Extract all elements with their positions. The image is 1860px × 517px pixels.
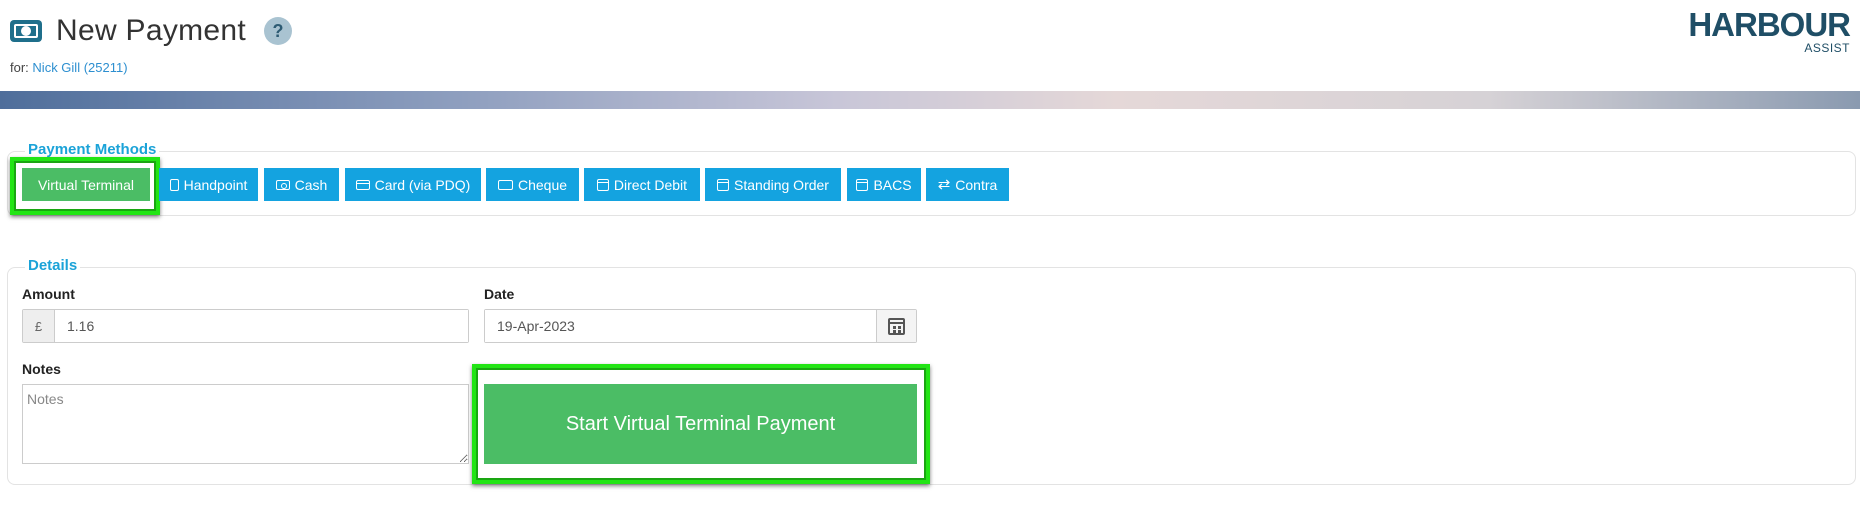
date-picker-button[interactable] <box>876 310 916 342</box>
amount-label: Amount <box>22 286 75 302</box>
money-icon <box>10 20 42 42</box>
page-header: New Payment ? for: Nick Gill (25211) HAR… <box>0 0 1860 90</box>
bacs-button[interactable]: BACS <box>847 168 921 201</box>
currency-addon: £ <box>23 310 55 342</box>
for-label: for: <box>10 60 29 75</box>
handpoint-label: Handpoint <box>183 176 248 193</box>
notes-label: Notes <box>22 361 61 377</box>
page-title: New Payment <box>56 14 247 47</box>
date-input-group <box>484 309 917 343</box>
logo-main-text: HARBOUR <box>1688 6 1851 43</box>
virtual-terminal-button[interactable]: Virtual Terminal <box>22 168 150 201</box>
standing-order-button[interactable]: Standing Order <box>705 168 841 201</box>
cash-label: Cash <box>294 176 328 193</box>
card-pdq-label: Card (via PDQ) <box>374 176 471 193</box>
amount-input[interactable] <box>55 310 468 342</box>
calendar-icon <box>888 317 905 335</box>
contra-label: Contra <box>955 176 998 193</box>
payment-methods-legend: Payment Methods <box>25 141 160 158</box>
help-icon[interactable]: ? <box>264 17 293 45</box>
calendar-icon <box>717 178 730 191</box>
title-row: New Payment ? <box>10 14 293 48</box>
cheque-button[interactable]: Cheque <box>486 168 579 201</box>
direct-debit-button[interactable]: Direct Debit <box>584 168 700 201</box>
for-line: for: Nick Gill (25211) <box>10 60 128 75</box>
details-legend: Details <box>25 257 81 274</box>
notes-textarea[interactable] <box>22 384 469 464</box>
date-input[interactable] <box>485 310 876 342</box>
start-virtual-terminal-payment-button[interactable]: Start Virtual Terminal Payment <box>484 384 917 464</box>
contra-button[interactable]: ⇄ Contra <box>926 168 1009 201</box>
amount-input-group: £ <box>22 309 469 343</box>
virtual-terminal-label: Virtual Terminal <box>38 176 134 193</box>
date-label: Date <box>484 286 515 302</box>
cash-button[interactable]: Cash <box>264 168 339 201</box>
harbour-assist-logo: HARBOUR ASSIST <box>1680 6 1851 58</box>
exchange-icon: ⇄ <box>937 176 951 193</box>
handpoint-button[interactable]: Handpoint <box>159 168 258 201</box>
calendar-icon <box>596 178 609 191</box>
cash-icon <box>275 179 290 190</box>
client-link[interactable]: Nick Gill (25211) <box>32 60 127 75</box>
header-gradient-bar <box>0 91 1860 109</box>
standing-order-label: Standing Order <box>734 176 829 193</box>
card-pdq-button[interactable]: Card (via PDQ) <box>345 168 481 201</box>
cheque-label: Cheque <box>517 176 568 193</box>
bacs-label: BACS <box>873 176 912 193</box>
calendar-icon <box>856 178 869 191</box>
cheque-icon <box>497 179 513 190</box>
direct-debit-label: Direct Debit <box>613 176 688 193</box>
calculator-icon <box>169 178 179 191</box>
card-icon <box>355 179 370 190</box>
